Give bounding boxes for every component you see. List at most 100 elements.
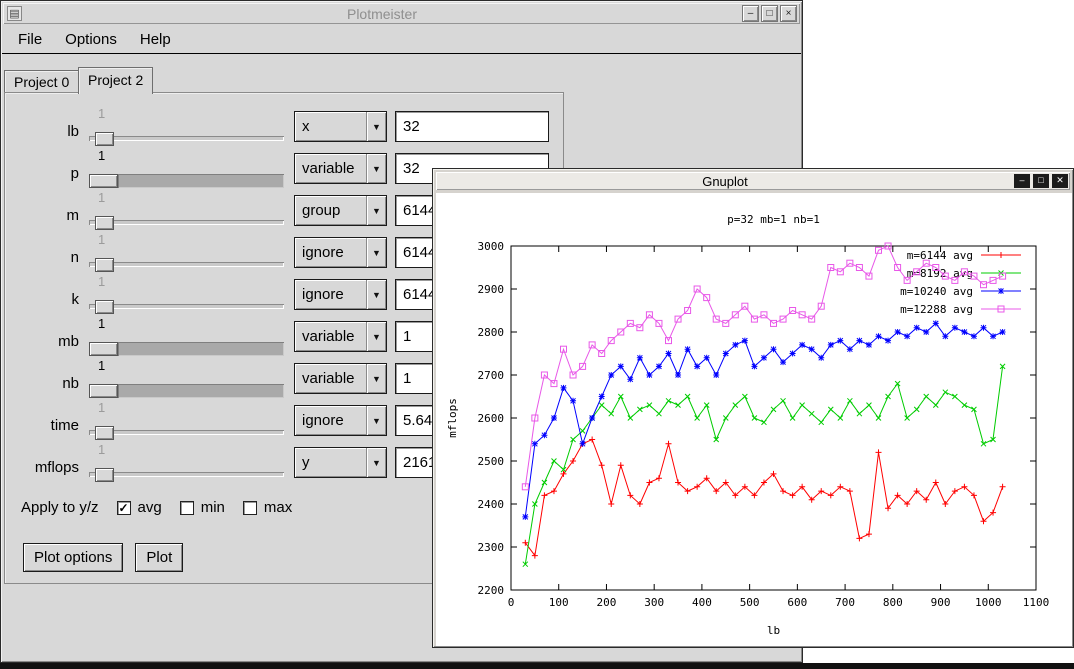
svg-text:1000: 1000 [975, 596, 1002, 609]
svg-text:3000: 3000 [478, 240, 505, 253]
chevron-down-icon: ▼ [366, 154, 386, 183]
mode-dropdown-value: ignore [295, 412, 366, 429]
plotmeister-titlebar[interactable]: ▤ Plotmeister – □ × [3, 3, 800, 24]
apply-option-max: max [243, 499, 292, 516]
svg-text:mflops: mflops [446, 398, 459, 438]
slider-value-k: 1 [98, 274, 105, 289]
svg-text:2600: 2600 [478, 412, 505, 425]
plot-button[interactable]: Plot [135, 543, 183, 572]
apply-row: Apply to y/z ✓ avg min max [21, 499, 292, 516]
svg-text:m=6144 avg: m=6144 avg [907, 249, 973, 262]
checkbox-max[interactable] [243, 501, 257, 515]
mode-dropdown-value: x [295, 118, 366, 135]
mode-dropdown-value: y [295, 454, 366, 471]
gnuplot-titlebar[interactable]: Gnuplot – □ ✕ [436, 172, 1070, 190]
value-field-lb[interactable] [395, 111, 549, 142]
tab-project-2[interactable]: Project 2 [78, 67, 153, 94]
svg-text:2500: 2500 [478, 455, 505, 468]
plot-options-button[interactable]: Plot options [23, 543, 123, 572]
maximize-icon[interactable]: □ [1033, 174, 1049, 188]
svg-text:2900: 2900 [478, 283, 505, 296]
slider-mb[interactable] [89, 342, 284, 356]
mode-dropdown-p[interactable]: variable▼ [294, 153, 387, 184]
svg-text:500: 500 [740, 596, 760, 609]
mode-dropdown-k[interactable]: ignore▼ [294, 279, 387, 310]
desktop: ▤ Plotmeister – □ × File Options Help Pr… [0, 0, 1074, 669]
param-label-n: n [9, 249, 79, 266]
slider-thumb[interactable] [95, 132, 114, 146]
chevron-down-icon: ▼ [366, 322, 386, 351]
slider-thumb[interactable] [89, 174, 118, 188]
gnuplot-canvas: 0100200300400500600700800900100011002200… [436, 193, 1072, 646]
slider-lb[interactable] [89, 132, 284, 146]
apply-option-min: min [180, 499, 225, 516]
svg-text:0: 0 [508, 596, 515, 609]
minimize-icon[interactable]: – [1014, 174, 1030, 188]
svg-text:400: 400 [692, 596, 712, 609]
slider-thumb[interactable] [95, 300, 114, 314]
tab-project-0[interactable]: Project 0 [4, 70, 79, 93]
slider-trough[interactable] [118, 384, 284, 398]
slider-thumb[interactable] [95, 468, 114, 482]
chevron-down-icon: ▼ [366, 364, 386, 393]
chevron-down-icon: ▼ [366, 238, 386, 267]
slider-thumb[interactable] [95, 258, 114, 272]
svg-text:m=10240 avg: m=10240 avg [900, 285, 973, 298]
param-label-p: p [9, 165, 79, 182]
action-buttons: Plot options Plot [23, 543, 183, 572]
mode-dropdown-time[interactable]: ignore▼ [294, 405, 387, 436]
menu-options[interactable]: Options [61, 29, 121, 50]
checkbox-avg[interactable]: ✓ [117, 501, 131, 515]
slider-k[interactable] [89, 300, 284, 314]
menu-file[interactable]: File [14, 29, 46, 50]
minimize-icon[interactable]: – [742, 5, 759, 22]
slider-value-m: 1 [98, 190, 105, 205]
mode-dropdown-value: variable [295, 160, 366, 177]
slider-thumb[interactable] [95, 426, 114, 440]
svg-text:800: 800 [883, 596, 903, 609]
slider-thumb[interactable] [95, 216, 114, 230]
mode-dropdown-n[interactable]: ignore▼ [294, 237, 387, 268]
close-icon[interactable]: × [780, 5, 797, 22]
slider-value-p: 1 [98, 148, 105, 163]
slider-time[interactable] [89, 426, 284, 440]
gnuplot-chart: 0100200300400500600700800900100011002200… [436, 193, 1072, 646]
slider-nb[interactable] [89, 384, 284, 398]
mode-dropdown-value: variable [295, 328, 366, 345]
svg-text:200: 200 [597, 596, 617, 609]
slider-trough[interactable] [118, 174, 284, 188]
svg-text:p=32 mb=1 nb=1: p=32 mb=1 nb=1 [727, 213, 820, 226]
maximize-icon[interactable]: □ [761, 5, 778, 22]
svg-text:m=12288 avg: m=12288 avg [900, 303, 973, 316]
slider-trough[interactable] [118, 342, 284, 356]
chevron-down-icon: ▼ [366, 406, 386, 435]
chevron-down-icon: ▼ [366, 196, 386, 225]
app-icon[interactable]: ▤ [7, 6, 22, 21]
mode-dropdown-lb[interactable]: x▼ [294, 111, 387, 142]
gnuplot-titlebar-buttons: – □ ✕ [1014, 174, 1068, 188]
mode-dropdown-value: ignore [295, 286, 366, 303]
slider-mflops[interactable] [89, 468, 284, 482]
mode-dropdown-nb[interactable]: variable▼ [294, 363, 387, 394]
slider-m[interactable] [89, 216, 284, 230]
slider-thumb[interactable] [89, 384, 118, 398]
param-label-mb: mb [9, 333, 79, 350]
param-label-lb: lb [9, 123, 79, 140]
close-icon[interactable]: ✕ [1052, 174, 1068, 188]
form-row-lb: lb1x▼ [9, 109, 561, 151]
svg-text:700: 700 [835, 596, 855, 609]
slider-thumb[interactable] [89, 342, 118, 356]
chevron-down-icon: ▼ [366, 448, 386, 477]
checkbox-min[interactable] [180, 501, 194, 515]
gnuplot-window: Gnuplot – □ ✕ 01002003004005006007008009… [432, 168, 1074, 648]
slider-p[interactable] [89, 174, 284, 188]
menu-help[interactable]: Help [136, 29, 175, 50]
apply-label: Apply to y/z [21, 499, 99, 516]
slider-value-mflops: 1 [98, 442, 105, 457]
mode-dropdown-mb[interactable]: variable▼ [294, 321, 387, 352]
slider-n[interactable] [89, 258, 284, 272]
svg-text:900: 900 [931, 596, 951, 609]
mode-dropdown-mflops[interactable]: y▼ [294, 447, 387, 478]
mode-dropdown-m[interactable]: group▼ [294, 195, 387, 226]
param-label-m: m [9, 207, 79, 224]
